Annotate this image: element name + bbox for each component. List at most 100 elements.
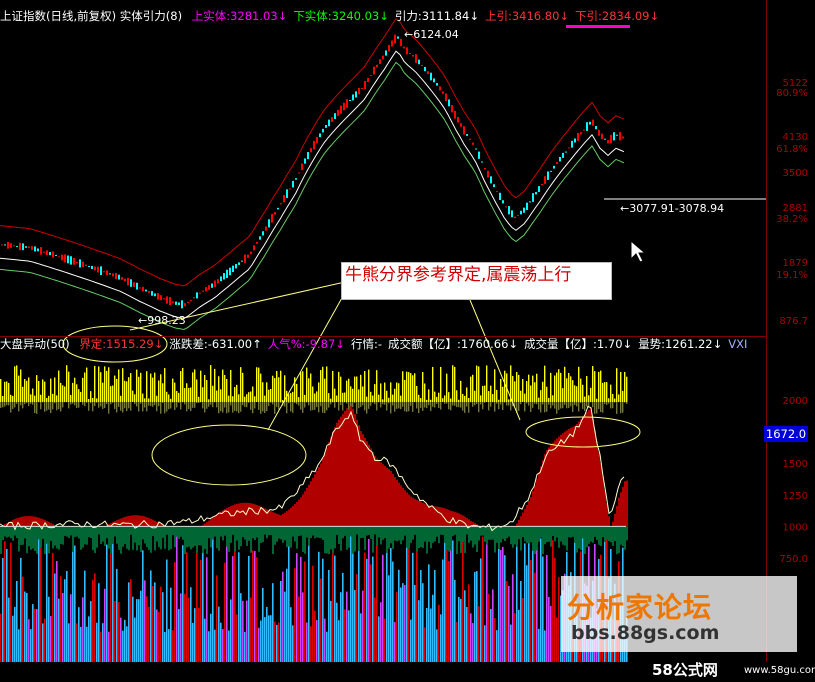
price-candle — [118, 274, 120, 280]
price-candle — [580, 132, 582, 135]
price-candle — [388, 44, 390, 52]
price-candle — [508, 206, 510, 215]
price-axis-label: 2881 — [783, 203, 808, 214]
indicator-low-area — [262, 526, 264, 543]
indicator-low-area — [558, 526, 560, 548]
volume-bar — [526, 565, 528, 662]
indicator-low-area — [422, 526, 424, 548]
indicator-area — [22, 516, 24, 527]
indicator-low-area — [508, 526, 510, 537]
price-indicators: 上实体:3281.03↓ 下实体:3240.03↓ 引力:3111.84↓ 上引:34… — [192, 9, 665, 23]
sentiment-bar — [110, 386, 112, 402]
sentiment-neg-bar — [262, 402, 264, 412]
volume-bar — [174, 561, 176, 662]
volume-bar — [16, 581, 18, 662]
sentiment-neg-bar — [152, 402, 154, 407]
sentiment-neg-bar — [100, 402, 102, 407]
sentiment-bar — [124, 380, 126, 402]
indicator-area — [346, 408, 348, 527]
indicator-low-area — [382, 526, 384, 540]
sentiment-neg-bar — [426, 402, 428, 409]
sentiment-neg-bar — [14, 402, 16, 408]
volume-bar — [180, 593, 182, 662]
price-candle — [10, 243, 12, 248]
indicator-low-area — [8, 526, 10, 537]
indicator-low-area — [78, 526, 80, 539]
indicator-low-area — [312, 526, 314, 536]
indicator-low-area — [266, 526, 268, 539]
indicator-low-area — [278, 526, 280, 539]
sentiment-neg-bar — [138, 402, 140, 412]
price-candle — [583, 129, 585, 131]
volume-bar — [44, 618, 46, 662]
price-candle — [196, 292, 198, 299]
volume-bar — [26, 592, 28, 662]
price-candle — [511, 210, 513, 218]
sentiment-neg-bar — [144, 402, 146, 408]
indicator-low-area — [244, 526, 246, 540]
indicator-low-area — [224, 526, 226, 536]
sentiment-neg-bar — [558, 402, 560, 410]
sentiment-bar — [144, 398, 146, 402]
sentiment-neg-bar — [490, 402, 492, 407]
sentiment-bar — [600, 370, 602, 402]
indicator-low-area — [22, 526, 24, 545]
volume-bar — [376, 545, 378, 662]
indicator-low-area — [482, 526, 484, 536]
volume-bar — [424, 627, 426, 662]
indicator-low-area — [100, 526, 102, 544]
price-candle — [88, 265, 90, 267]
sentiment-bar — [596, 398, 598, 402]
volume-bar — [188, 597, 190, 662]
indicator-low-area — [404, 526, 406, 536]
indicator-area — [320, 463, 322, 527]
sentiment-neg-bar — [298, 402, 300, 406]
sentiment-neg-bar — [206, 402, 208, 409]
price-candle — [28, 246, 30, 249]
sentiment-bar — [72, 382, 74, 402]
sentiment-neg-bar — [578, 402, 580, 412]
indicator-area — [450, 510, 452, 527]
indicator-low-area — [496, 526, 498, 543]
sentiment-neg-bar — [98, 402, 100, 408]
indicator-area — [14, 519, 16, 527]
indicator-low-area — [172, 526, 174, 536]
sentiment-bar — [334, 388, 336, 402]
indicator-area — [318, 467, 320, 527]
volume-bar — [124, 619, 126, 662]
indicator-area — [602, 476, 604, 527]
volume-bar — [252, 550, 254, 662]
volume-bar — [554, 557, 556, 662]
sentiment-neg-bar — [28, 402, 30, 407]
indicator-low-area — [66, 526, 68, 537]
indicator-low-area — [234, 526, 236, 552]
price-candle — [16, 246, 18, 248]
volume-bar — [276, 624, 278, 662]
indicator-low-area — [240, 526, 242, 547]
sentiment-bar — [504, 370, 506, 402]
sentiment-bar — [496, 389, 498, 402]
indicator-area — [388, 469, 390, 527]
volume-bar — [198, 607, 200, 662]
sentiment-neg-bar — [34, 402, 36, 414]
sentiment-bar — [128, 377, 130, 402]
sentiment-neg-bar — [450, 402, 452, 411]
indicator-area — [624, 481, 626, 527]
indicator-low-area — [388, 526, 390, 549]
indicator-low-area — [494, 526, 496, 553]
indicator-low-area — [584, 526, 586, 554]
sentiment-bar — [622, 390, 624, 402]
annotation-callout: 牛熊分界参考界定,属震荡上行 — [341, 262, 612, 300]
indicator-low-area — [318, 526, 320, 538]
indicator-area — [590, 407, 592, 527]
volume-bar — [466, 607, 468, 662]
sentiment-bar — [260, 373, 262, 402]
volume-bar — [182, 545, 184, 662]
indicator-low-area — [48, 526, 50, 554]
volume-bar — [370, 564, 372, 662]
indicator-low-area — [604, 526, 606, 542]
volume-bar — [416, 536, 418, 662]
volume-bar — [94, 573, 96, 662]
indicator-low-area — [390, 526, 392, 544]
price-candle — [526, 202, 528, 211]
